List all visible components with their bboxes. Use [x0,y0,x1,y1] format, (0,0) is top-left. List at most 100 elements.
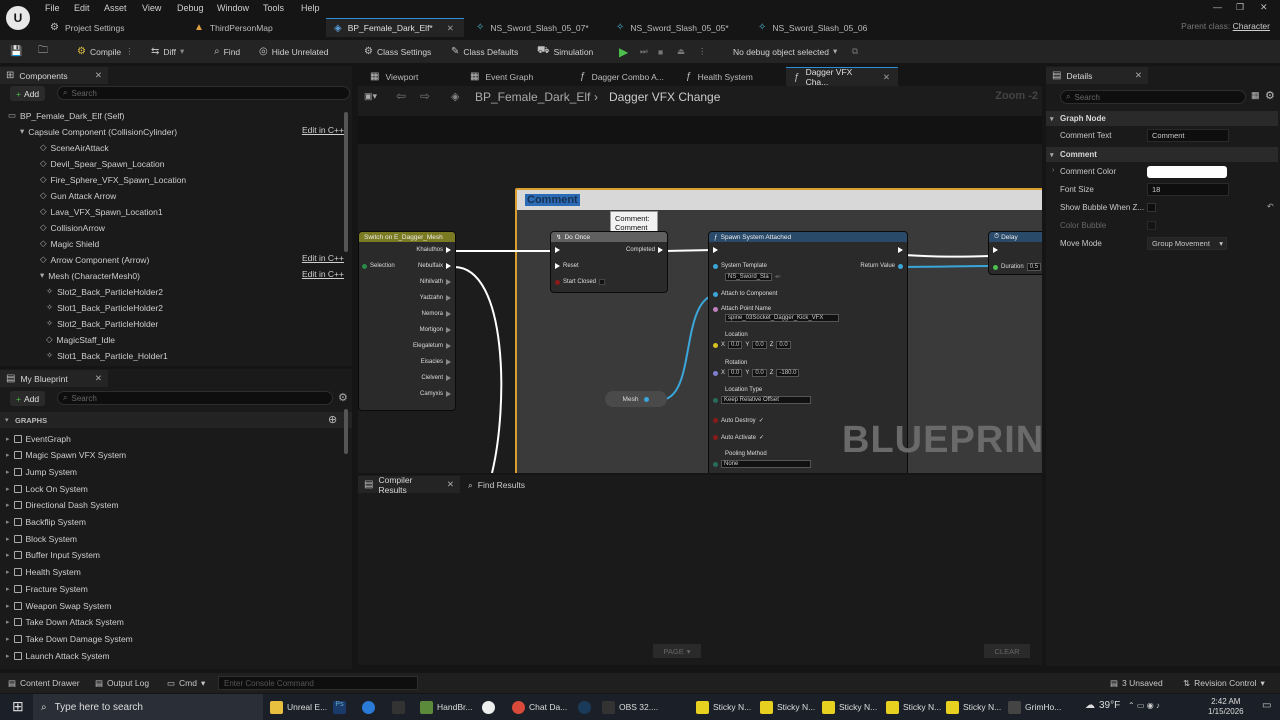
switch-output-pin[interactable]: Nemora [422,311,451,317]
bookmark-icon[interactable]: ▣▾ [364,91,377,102]
component-item[interactable]: ▾ Capsule Component (CollisionCylinder) [20,124,177,139]
close-panel-icon[interactable]: ✕ [95,70,102,81]
graph-item[interactable]: ▸ Launch Attack System [6,648,110,663]
stop-icon[interactable]: ■ [658,44,663,59]
tab-dagger-vfx-change[interactable]: ƒ Dagger VFX Cha... ✕ [786,67,898,87]
return-value-pin[interactable]: Return Value [860,263,903,269]
graphs-section[interactable]: ▾ GRAPHS ⊕ [0,412,352,428]
component-item[interactable]: ✧ Slot2_Back_ParticleHolder [46,316,158,331]
taskbar-app[interactable]: Sticky N... [946,698,1001,716]
clear-button[interactable]: CLEAR [984,644,1030,658]
component-item[interactable]: ◇ Magic Shield [40,236,99,251]
edit-in-cpp-link[interactable]: Edit in C++ [302,253,344,263]
weather-widget[interactable]: ☁ 39°F [1085,700,1120,711]
content-drawer-button[interactable]: ▤ Content Drawer [8,678,80,689]
menu-edit[interactable]: Edit [74,3,90,13]
components-search-input[interactable]: ⌕ Search [57,86,350,100]
simulation-button[interactable]: ⛟ Simulation [537,44,593,59]
graph-item[interactable]: ▸ Jump System [6,464,77,479]
selection-pin[interactable]: Selection [362,263,395,269]
component-item[interactable]: ▾ Mesh (CharacterMesh0) [40,268,140,283]
close-tab-icon[interactable]: ✕ [447,23,454,34]
windows-start-icon[interactable]: ⊞ [12,698,24,715]
component-item[interactable]: ▭ BP_Female_Dark_Elf (Self) [8,108,124,123]
tab-bp-female-dark-elf[interactable]: ◈ BP_Female_Dark_Elf* ✕ [326,18,464,37]
taskbar-steam[interactable] [578,698,591,716]
maximize-icon[interactable]: ❐ [1236,2,1244,13]
switch-output-pin[interactable]: Yadzahn [420,295,451,301]
add-member-button[interactable]: + Add [10,391,46,406]
minimize-icon[interactable]: — [1213,2,1222,12]
switch-output-pin[interactable]: Camyxis [420,391,451,397]
tab-project-settings[interactable]: ⚙ Project Settings [42,18,133,37]
location-pin[interactable]: X 0.0 Y 0.0 Z 0.0 [713,341,791,349]
taskbar-epic[interactable] [392,698,405,716]
component-item[interactable]: ◇ Lava_VFX_Spawn_Location1 [40,204,163,219]
browse-icon[interactable]: 🗀 [38,44,48,59]
move-mode-dropdown[interactable]: Group Movement ▾ [1147,237,1227,250]
graph-item[interactable]: ▸ Block System [6,531,77,546]
menu-window[interactable]: Window [217,3,249,13]
class-defaults-button[interactable]: ✎ Class Defaults [451,44,518,59]
scrollbar[interactable] [344,409,348,454]
close-icon[interactable]: ✕ [1260,2,1268,13]
tab-ns-sword-slash-06[interactable]: ✧ NS_Sword_Slash_05_06 [750,18,875,37]
graph-item[interactable]: ▸ Weapon Swap System [6,598,111,613]
more-icon[interactable]: ⋮ [698,44,707,59]
parent-class-link[interactable]: Character [1233,21,1270,31]
pooling-pin[interactable]: None [713,460,811,468]
font-size-field[interactable]: 18 [1147,183,1229,196]
class-settings-button[interactable]: ⚙ Class Settings [364,44,431,59]
rotation-pin[interactable]: X 0.0 Y 0.0 Z -180.0 [713,369,800,377]
switch-output-pin[interactable]: Cielvent [421,375,451,381]
tab-dagger-combo[interactable]: ƒ Dagger Combo A... [572,67,672,86]
page-button[interactable]: PAGE ▾ [653,644,701,658]
graph-item[interactable]: ▸ Take Down Damage System [6,631,133,646]
debug-object-dropdown[interactable]: No debug object selected ▾ [733,44,837,59]
menu-tools[interactable]: Tools [263,3,284,13]
delay-node[interactable]: ⏱ Delay Duration 0.5 [988,231,1042,275]
menu-help[interactable]: Help [301,3,320,13]
switch-output-pin[interactable]: Mortigon [420,327,451,333]
output-log-button[interactable]: ▤ Output Log [95,678,149,689]
component-item[interactable]: ◇ CollisionArrow [40,220,105,235]
reset-pin[interactable]: Reset [555,263,579,269]
graph-item[interactable]: ▸ Health System [6,565,81,580]
menu-view[interactable]: View [142,3,161,13]
tab-find-results[interactable]: ⌕ Find Results [468,480,525,491]
breadcrumb-root[interactable]: BP_Female_Dark_Elf [475,90,590,104]
graph-item[interactable]: ▸ Backflip System [6,515,86,530]
edit-in-cpp-link[interactable]: Edit in C++ [302,125,344,135]
notification-icon[interactable]: ▭ [1262,700,1271,711]
template-field[interactable]: NS_Sword_Sla [725,273,772,281]
close-panel-icon[interactable]: ✕ [1135,70,1142,81]
settings-gear-icon[interactable]: ⚙ [338,391,348,404]
taskbar-app[interactable]: OBS 32.... [602,698,658,716]
find-button[interactable]: ⌕ Find [214,44,240,59]
taskbar-app[interactable]: Sticky N... [822,698,877,716]
compile-button[interactable]: ⚙ Compile ⋮ [77,44,134,59]
mesh-getter-node[interactable]: Mesh [605,391,667,407]
graph-node-section[interactable]: ▾ Graph Node [1046,111,1278,126]
eject-icon[interactable]: ⏏ [677,44,685,59]
graph-item[interactable]: ▸ Magic Spawn VFX System [6,448,126,463]
settings-gear-icon[interactable]: ⚙ [1265,89,1275,102]
attach-component-pin[interactable]: Attach to Component [713,291,777,297]
my-blueprint-search-input[interactable]: ⌕ Search [57,391,333,405]
graph-item[interactable]: ▸ Directional Dash System [6,498,119,513]
tab-ns-sword-slash-07[interactable]: ✧ NS_Sword_Slash_05_07* [468,18,597,37]
close-tab-icon[interactable]: ✕ [447,479,454,490]
graph-item[interactable]: ▸ Buffer Input System [6,548,100,563]
attach-point-pin[interactable]: Attach Point Name [713,306,771,312]
component-item[interactable]: ◇ MagicStaff_Idle [46,332,115,347]
taskbar-app[interactable]: Sticky N... [760,698,815,716]
auto-destroy-pin[interactable]: Auto Destroy ✓ [713,417,764,424]
debug-browse-icon[interactable]: ⧉ [852,44,858,59]
component-item[interactable]: ◇ Arrow Component (Arrow) [40,252,149,267]
reset-icon[interactable]: ↶ [1267,202,1274,211]
close-panel-icon[interactable]: ✕ [95,373,102,384]
comment-color-swatch[interactable] [1147,166,1227,178]
start-closed-pin[interactable]: Start Closed [555,279,606,285]
auto-activate-pin[interactable]: Auto Activate ✓ [713,434,764,441]
taskbar-search-input[interactable]: ⌕ Type here to search [33,694,263,720]
